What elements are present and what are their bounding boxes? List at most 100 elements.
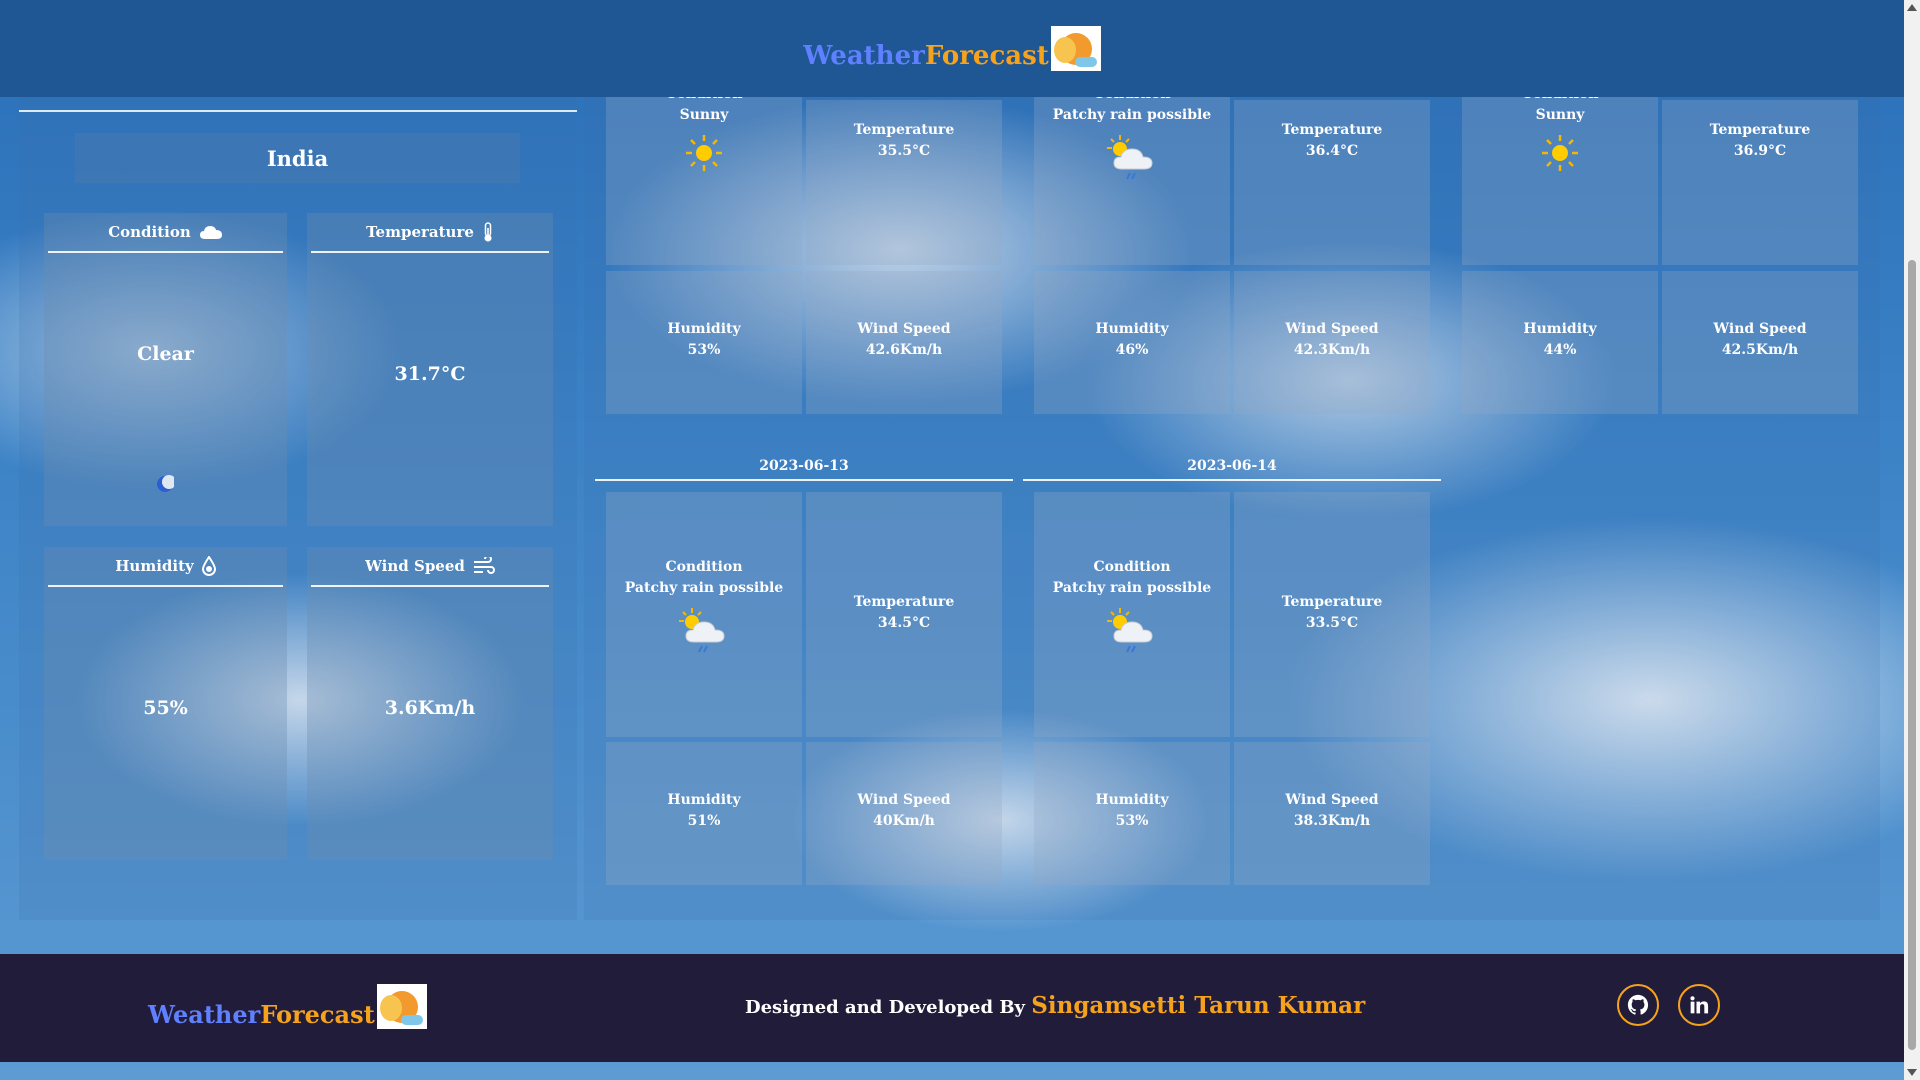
humidity-value: 53% <box>687 342 721 358</box>
forecast-condition-card: Condition Patchy rain possible <box>1034 492 1230 737</box>
forecast-date: 2023-06-14 <box>1023 455 1441 481</box>
humidity-label: Humidity <box>1095 321 1169 337</box>
wind-label: Wind Speed <box>1285 321 1379 337</box>
brand-forecast-text: Forecast <box>260 1000 375 1029</box>
humidity-value: 51% <box>687 813 721 829</box>
forecast-temperature-card: Temperature 35.5°C <box>806 100 1002 265</box>
wind-value: 38.3Km/h <box>1293 813 1371 829</box>
forecast-humidity-card: Humidity 46% <box>1034 271 1230 414</box>
forecast-humidity-card: Humidity 51% <box>606 742 802 885</box>
moon-logo-icon <box>1050 26 1101 71</box>
github-icon <box>1627 994 1649 1015</box>
card-header: Humidity <box>48 547 283 587</box>
wind-label: Wind Speed <box>857 321 951 337</box>
site-header: Weather Forecast <box>0 0 1904 97</box>
cloud-icon <box>199 224 223 240</box>
humidity-label: Humidity <box>667 792 741 808</box>
temperature-value: 36.4°C <box>1305 143 1359 159</box>
scroll-up-arrow-icon[interactable] <box>1907 4 1917 11</box>
temperature-value: 31.7°C <box>394 363 466 385</box>
forecast-humidity-card: Humidity 44% <box>1462 271 1658 414</box>
forecast-temperature-card: Temperature 36.9°C <box>1662 100 1858 265</box>
wind-value: 42.5Km/h <box>1721 342 1799 358</box>
forecast-condition-card: Condition Sunny <box>1462 80 1658 265</box>
humidity-label: Humidity <box>1523 321 1597 337</box>
forecast-wind-card: Wind Speed 38.3Km/h <box>1234 742 1430 885</box>
country-title: India <box>75 133 520 183</box>
brand-weather-text: Weather <box>148 1000 261 1029</box>
wind-icon <box>473 557 495 575</box>
linkedin-icon <box>1690 996 1709 1014</box>
temperature-label: Temperature <box>1281 594 1383 610</box>
condition-value: Sunny <box>1535 107 1585 123</box>
forecast-temperature-card: Temperature 34.5°C <box>806 492 1002 737</box>
sun-icon <box>1542 135 1578 171</box>
condition-value: Patchy rain possible <box>1052 580 1212 596</box>
humidity-label: Humidity <box>115 557 194 575</box>
forecast-condition-card: Condition Patchy rain possible <box>1034 80 1230 265</box>
scrollbar-thumb[interactable] <box>1908 260 1916 1050</box>
footer-brand-logo[interactable]: Weather Forecast <box>148 984 427 1029</box>
credit-text: Designed and Developed By Singamsetti Ta… <box>745 992 1365 1019</box>
wind-label: Wind Speed <box>1285 792 1379 808</box>
humidity-value: 55% <box>143 697 188 719</box>
forecast-wind-card: Wind Speed 42.6Km/h <box>806 271 1002 414</box>
thermometer-icon <box>482 222 494 242</box>
temperature-value: 35.5°C <box>877 143 931 159</box>
patchy-rain-icon <box>679 608 725 653</box>
temperature-label: Temperature <box>1709 122 1811 138</box>
github-link[interactable] <box>1617 984 1659 1026</box>
condition-value: Patchy rain possible <box>1052 107 1212 123</box>
wind-value: 40Km/h <box>873 813 935 829</box>
current-humidity-card: Humidity 55% <box>44 547 287 860</box>
temperature-value: 33.5°C <box>1305 615 1359 631</box>
forecast-wind-card: Wind Speed 40Km/h <box>806 742 1002 885</box>
condition-label: Condition <box>665 559 743 575</box>
credit-prefix: Designed and Developed By <box>745 997 1025 1018</box>
forecast-date: 2023-06-13 <box>595 455 1013 481</box>
humidity-label: Humidity <box>667 321 741 337</box>
humidity-label: Humidity <box>1095 792 1169 808</box>
forecast-humidity-card: Humidity 53% <box>1034 742 1230 885</box>
brand-logo[interactable]: Weather Forecast <box>803 26 1101 71</box>
wind-label: Wind Speed <box>365 557 465 575</box>
forecast-condition-card: Condition Patchy rain possible <box>606 492 802 737</box>
card-header: Wind Speed <box>311 547 549 587</box>
sun-icon <box>686 135 722 171</box>
condition-value: Patchy rain possible <box>624 580 784 596</box>
developer-name: Singamsetti Tarun Kumar <box>1031 992 1366 1019</box>
moon-icon <box>156 475 176 497</box>
site-footer: Weather Forecast Designed and Developed B… <box>0 954 1904 1062</box>
moon-logo-icon <box>376 984 427 1029</box>
forecast-condition-card: Condition Sunny <box>606 80 802 265</box>
wind-label: Wind Speed <box>857 792 951 808</box>
scroll-down-arrow-icon[interactable] <box>1907 1069 1917 1076</box>
forecast-wind-card: Wind Speed 42.5Km/h <box>1662 271 1858 414</box>
forecast-temperature-card: Temperature 36.4°C <box>1234 100 1430 265</box>
temperature-label: Temperature <box>1281 122 1383 138</box>
temperature-label: Temperature <box>366 223 474 241</box>
forecast-wind-card: Wind Speed 42.3Km/h <box>1234 271 1430 414</box>
forecast-temperature-card: Temperature 33.5°C <box>1234 492 1430 737</box>
patchy-rain-icon <box>1107 135 1153 180</box>
brand-forecast-text: Forecast <box>924 41 1049 71</box>
wind-value: 3.6Km/h <box>384 697 476 719</box>
card-header: Temperature <box>311 213 549 253</box>
temperature-value: 36.9°C <box>1733 143 1787 159</box>
wind-value: 42.3Km/h <box>1293 342 1371 358</box>
patchy-rain-icon <box>1107 608 1153 653</box>
card-header: Condition <box>48 213 283 253</box>
condition-value: Sunny <box>679 107 729 123</box>
page-scrollbar[interactable] <box>1904 0 1920 1080</box>
condition-label: Condition <box>1093 559 1171 575</box>
condition-value: Clear <box>137 343 194 365</box>
temperature-value: 34.5°C <box>877 615 931 631</box>
linkedin-link[interactable] <box>1678 984 1720 1026</box>
condition-label: Condition <box>108 223 191 241</box>
temperature-label: Temperature <box>853 594 955 610</box>
divider <box>19 110 577 112</box>
water-drop-icon <box>201 556 216 576</box>
current-wind-card: Wind Speed 3.6Km/h <box>307 547 553 860</box>
forecast-humidity-card: Humidity 53% <box>606 271 802 414</box>
humidity-value: 53% <box>1115 813 1149 829</box>
